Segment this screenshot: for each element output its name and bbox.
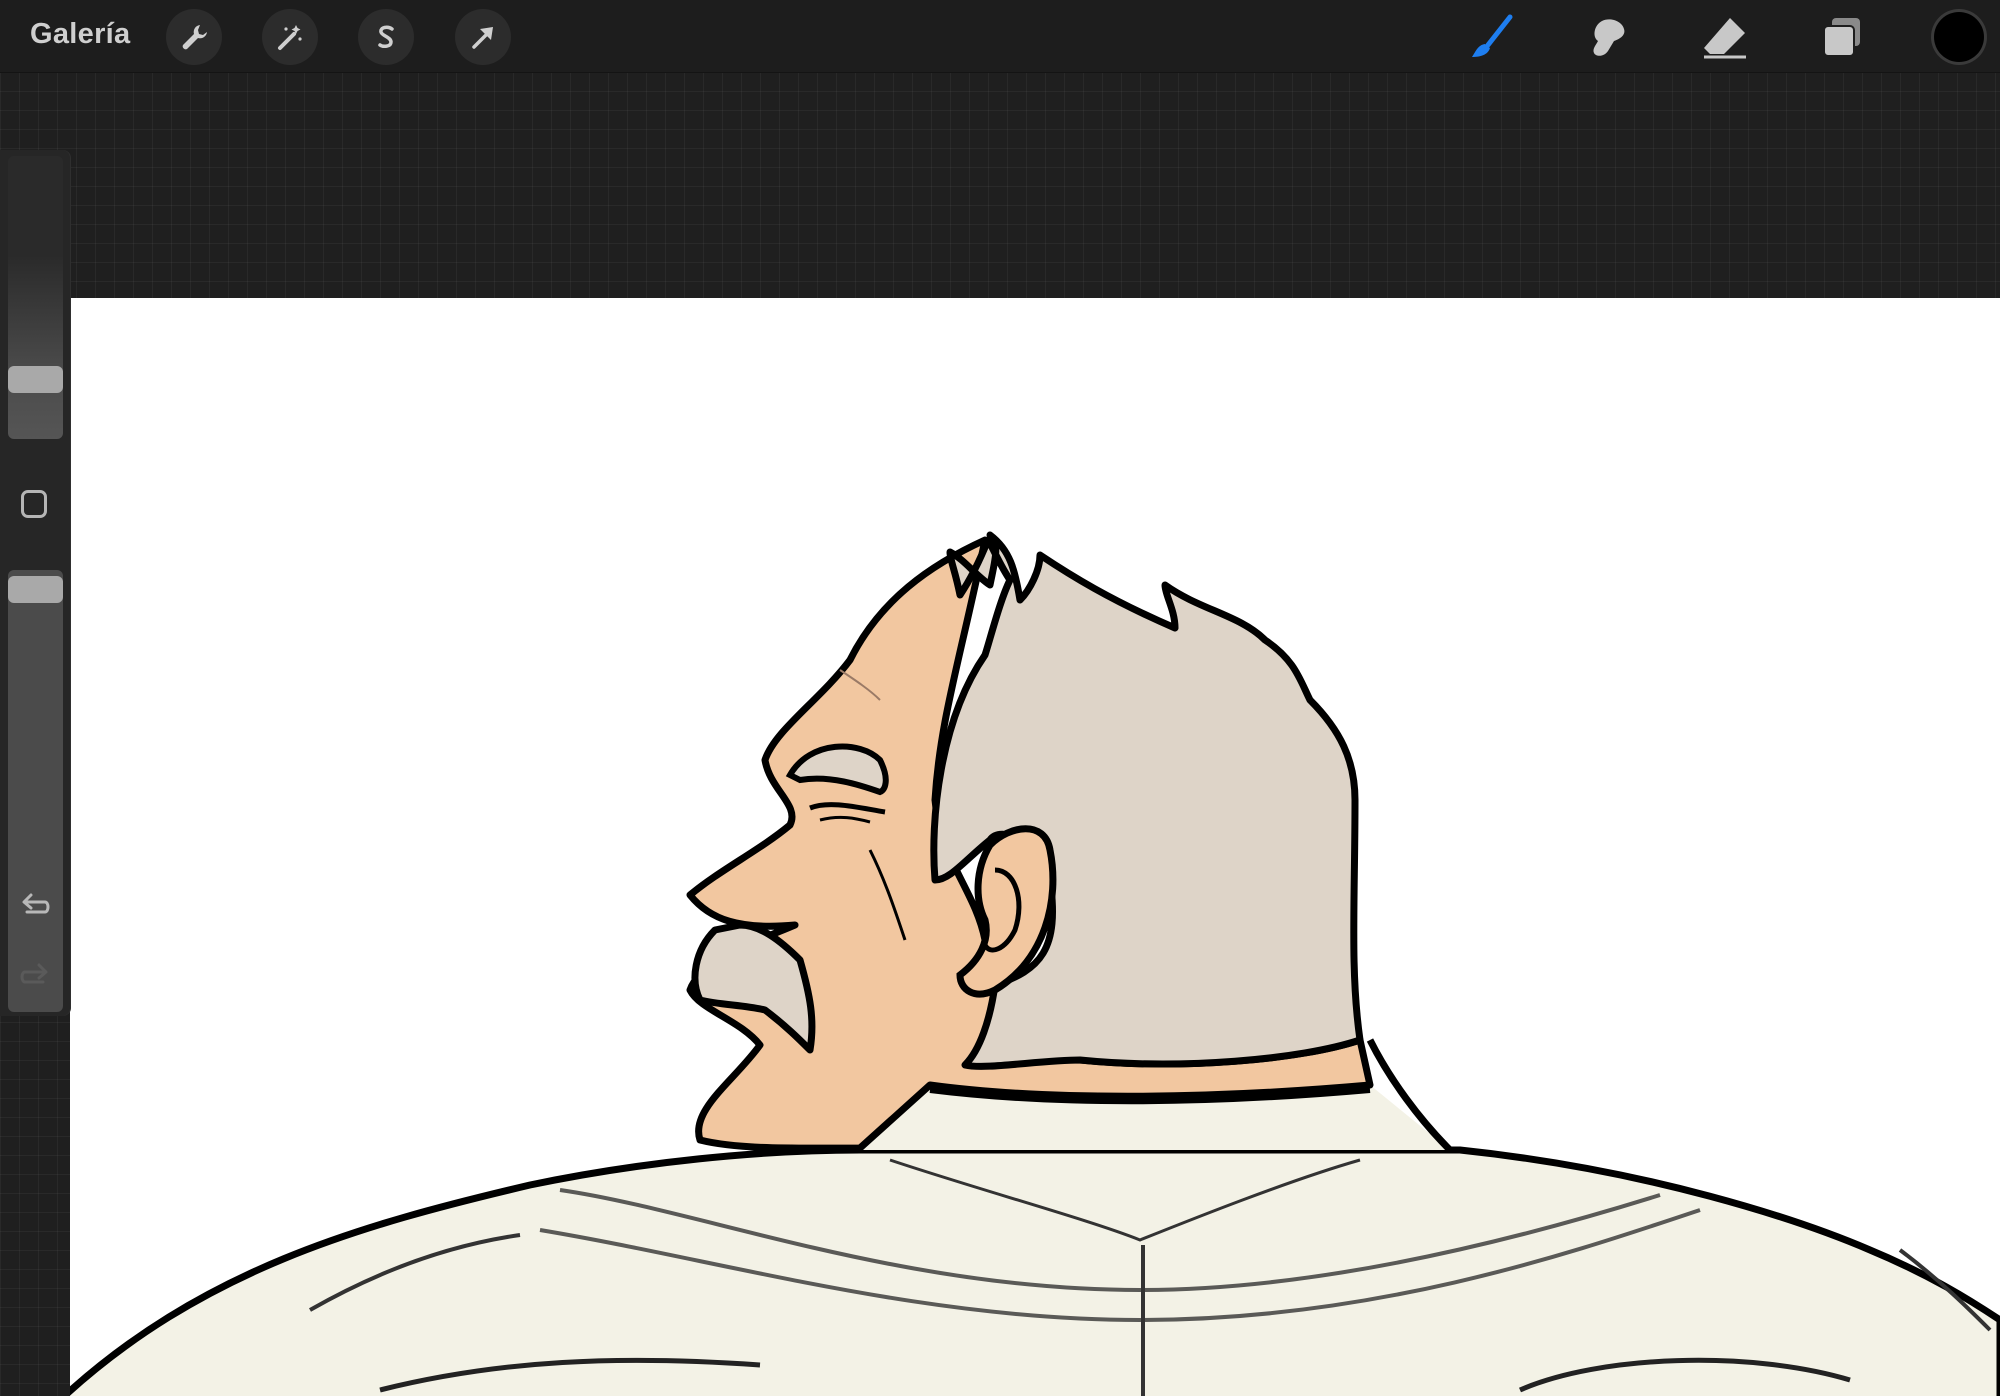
artwork	[70, 531, 2000, 1396]
arrow-cursor-icon	[472, 27, 493, 49]
redo-icon[interactable]	[17, 956, 53, 992]
gallery-button[interactable]: Galería	[30, 18, 130, 51]
smudge-icon	[1593, 19, 1625, 56]
eraser-icon	[1704, 18, 1746, 59]
magic-wand-icon	[278, 25, 302, 50]
top-toolbar: Galería	[0, 0, 2000, 73]
drawing-canvas[interactable]	[70, 298, 2000, 1396]
brush-icon	[1472, 14, 1513, 57]
paint-tool-button[interactable]	[1464, 10, 1520, 64]
wrench-icon	[182, 25, 207, 50]
modify-square-icon[interactable]	[21, 490, 47, 518]
brush-size-slider[interactable]	[8, 156, 63, 439]
color-picker-button[interactable]	[1934, 12, 1984, 62]
transform-button[interactable]	[455, 9, 511, 65]
brush-opacity-thumb[interactable]	[8, 576, 63, 603]
brush-opacity-slider[interactable]	[8, 570, 63, 1012]
actions-button[interactable]	[166, 9, 222, 65]
selection-s-icon	[378, 25, 394, 48]
layers-button[interactable]	[1814, 10, 1870, 64]
adjustments-button[interactable]	[262, 9, 318, 65]
smudge-tool-button[interactable]	[1580, 10, 1636, 64]
brush-size-thumb[interactable]	[8, 366, 63, 393]
undo-icon[interactable]	[17, 886, 53, 922]
layers-icon	[1823, 18, 1860, 57]
left-sidebar	[0, 150, 70, 1016]
eraser-tool-button[interactable]	[1697, 10, 1753, 64]
selection-button[interactable]	[358, 9, 414, 65]
